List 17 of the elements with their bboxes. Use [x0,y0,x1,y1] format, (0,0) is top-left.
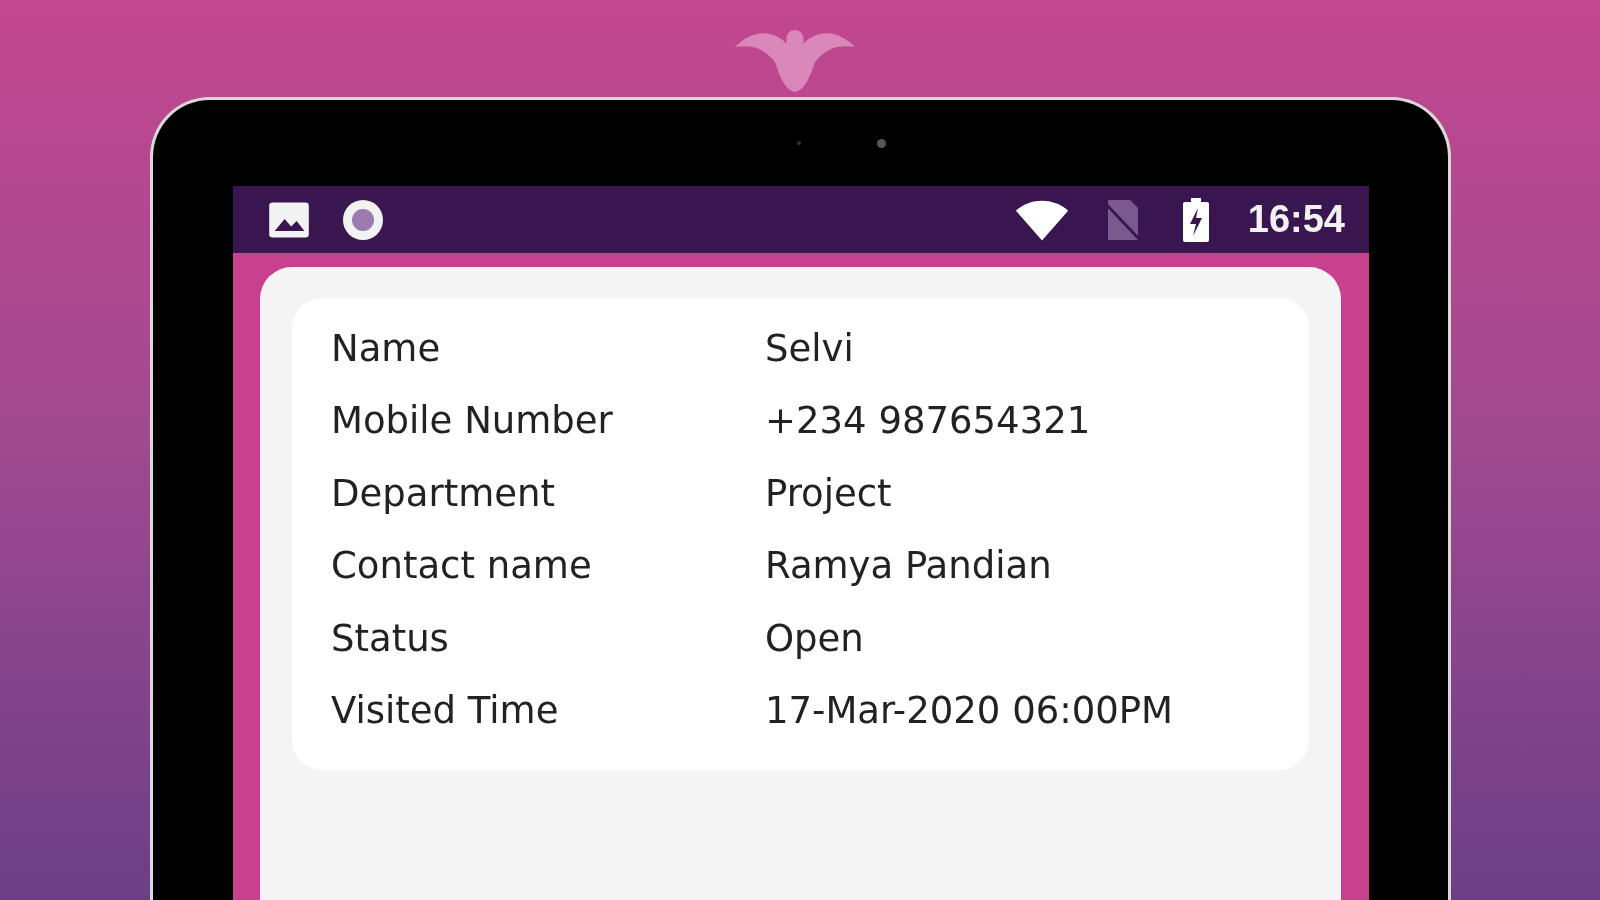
field-value: 17-Mar-2020 06:00PM [765,689,1173,733]
field-value: +234 987654321 [765,399,1091,443]
field-label: Department [331,471,556,515]
clock-time: 16:54 [1247,198,1345,241]
field-value: Ramya Pandian [765,544,1052,588]
wifi-icon [1013,198,1070,241]
field-label: Name [331,326,442,370]
field-label: Mobile Number [331,399,614,443]
sensor-dot [796,141,801,145]
field-value: Open [765,616,864,660]
camera-dot [876,138,886,148]
field-label: Contact name [331,544,593,588]
field-label: Status [331,616,450,660]
field-label: Visited Time [331,689,560,733]
field-value: Project [765,471,892,515]
field-value: Selvi [765,326,854,370]
record-icon [341,197,385,242]
